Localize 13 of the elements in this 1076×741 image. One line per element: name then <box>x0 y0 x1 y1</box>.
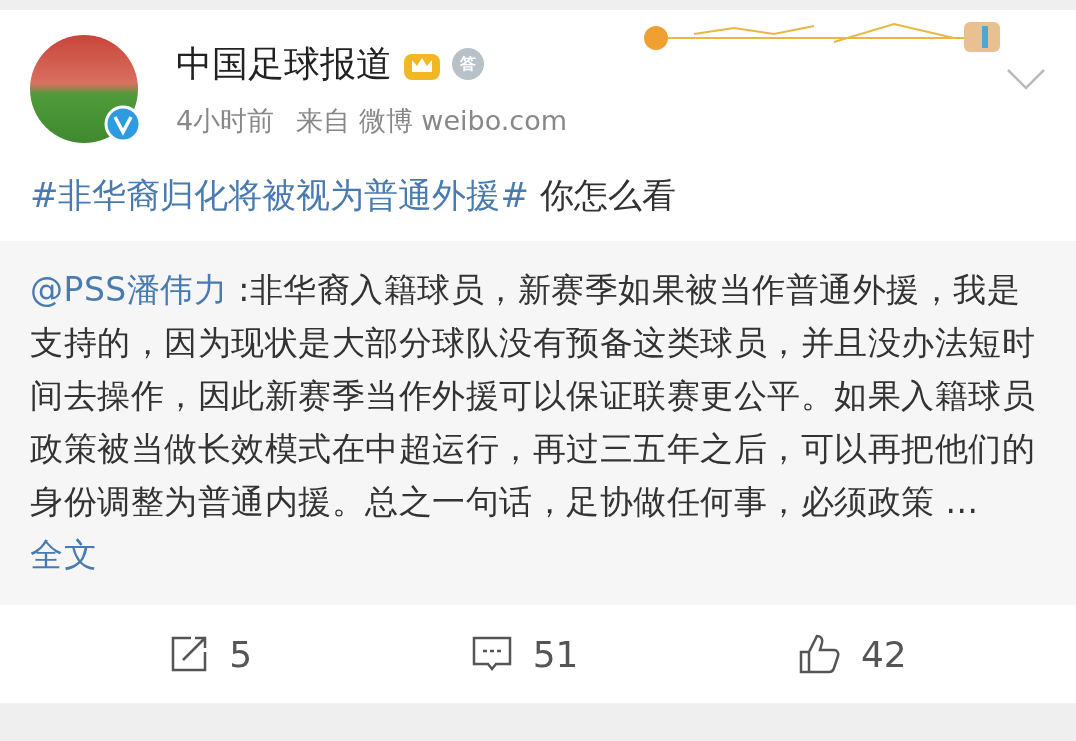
post-text: #非华裔归化将被视为普通外援# 你怎么看 <box>30 174 677 217</box>
post-time: 4小时前 <box>176 103 275 138</box>
verified-icon <box>104 105 142 143</box>
repost-text: @PSS潘伟力 :非华裔入籍球员，新赛季如果被当作普通外援，我是支持的，因为现状是大部分球队没有预备这类球员，并且没办法短时间去操作，因此新赛季当作外援可以保证联赛更公平。如果入籍球员政策被当做长效模式在中超运行，再过三五年之后，可以再把他们的身份调整为普通内援。总之一句话，足协做任何事，必须政策 ... 全文 <box>30 269 1036 576</box>
comment-button[interactable]: 51 <box>464 632 585 676</box>
share-button[interactable]: 5 <box>163 632 259 676</box>
mention-link[interactable]: @PSS潘伟力 <box>30 270 228 309</box>
hashtag-link[interactable]: #非华裔归化将被视为普通外援# <box>30 175 529 215</box>
medal-badge: 答 <box>452 48 484 80</box>
post-source: 来自 微博 weibo.com <box>296 103 567 138</box>
like-button[interactable]: 42 <box>790 631 913 677</box>
full-text-link[interactable]: 全文 <box>30 535 97 574</box>
author-name[interactable]: 中国足球报道 <box>176 39 392 89</box>
